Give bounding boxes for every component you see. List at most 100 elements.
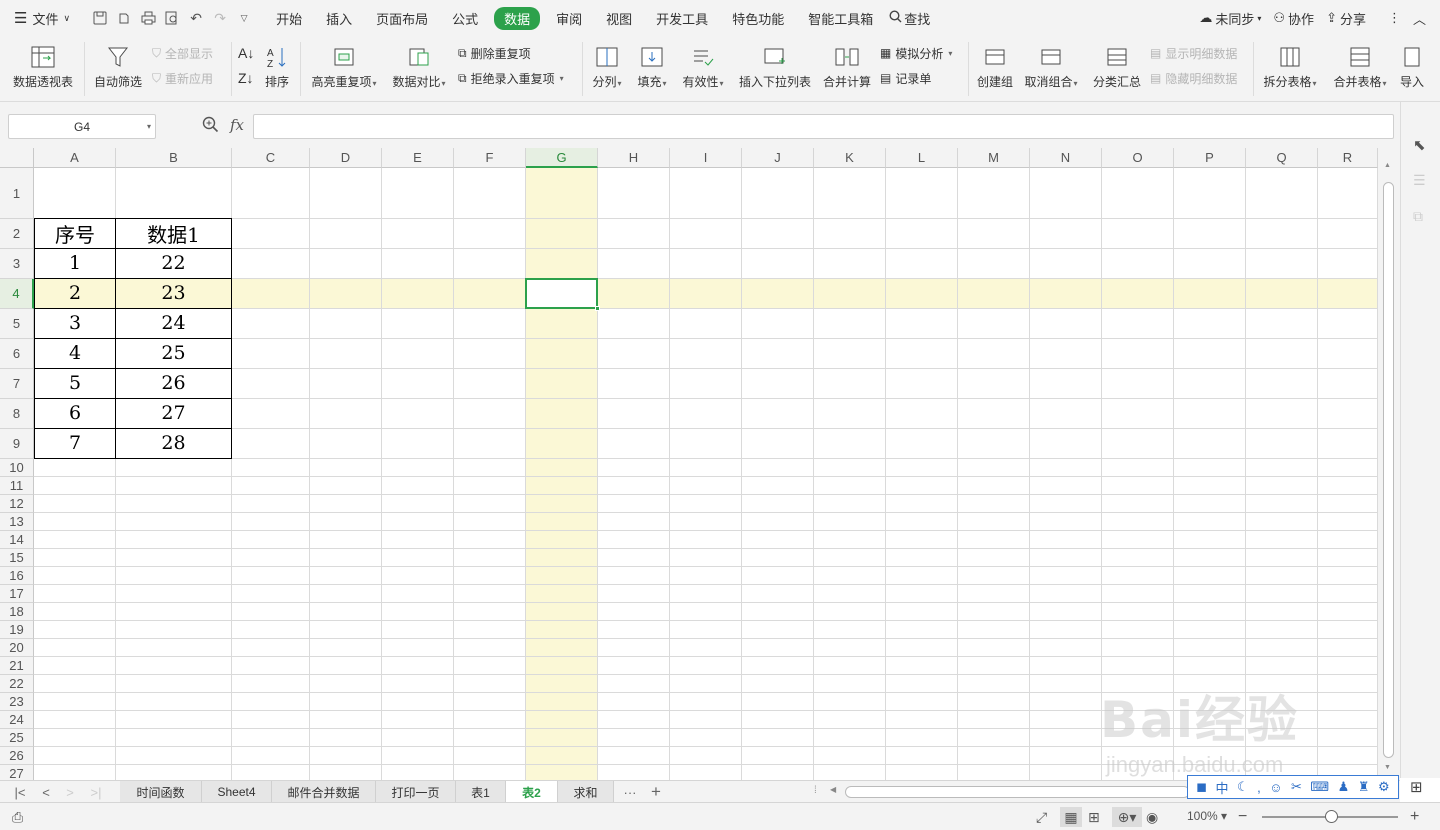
- row-header-14[interactable]: 14: [0, 531, 34, 549]
- select-all-corner[interactable]: [0, 148, 34, 168]
- vertical-scrollbar[interactable]: ▲ ▼: [1378, 148, 1400, 780]
- column-header-e[interactable]: E: [382, 148, 454, 168]
- row-header-11[interactable]: 11: [0, 477, 34, 495]
- remove-duplicates-button[interactable]: ⧉ 删除重复项: [458, 42, 531, 64]
- tab-review[interactable]: 审阅: [544, 0, 594, 36]
- scroll-left-icon[interactable]: ◀: [830, 785, 836, 794]
- more-icon[interactable]: ⋮: [1382, 10, 1407, 26]
- row-header-1[interactable]: 1: [0, 168, 34, 219]
- consolidate-button[interactable]: 合并计算: [820, 36, 874, 102]
- row-header-7[interactable]: 7: [0, 369, 34, 399]
- tab-home[interactable]: 开始: [264, 0, 314, 36]
- sync-button[interactable]: ☁ 未同步 ▾: [1193, 9, 1267, 28]
- table-cell[interactable]: 28: [116, 428, 232, 459]
- tab-splitter[interactable]: ⁞: [814, 785, 817, 796]
- row-header-2[interactable]: 2: [0, 219, 34, 249]
- fill-button[interactable]: 填充▾: [632, 36, 672, 102]
- row-header-18[interactable]: 18: [0, 603, 34, 621]
- next-sheet-icon[interactable]: >: [58, 781, 82, 803]
- save-icon[interactable]: [88, 0, 112, 36]
- zoom-formula-icon[interactable]: [202, 116, 219, 136]
- row-header-17[interactable]: 17: [0, 585, 34, 603]
- ime-mode-icon[interactable]: 中: [1216, 778, 1229, 797]
- column-header-r[interactable]: R: [1318, 148, 1378, 168]
- table-cell[interactable]: 2: [34, 278, 116, 309]
- ime-user-icon[interactable]: ♟: [1338, 779, 1350, 795]
- table-cell[interactable]: 6: [34, 398, 116, 429]
- column-header-c[interactable]: C: [232, 148, 310, 168]
- normal-view-icon[interactable]: ▦: [1060, 807, 1082, 827]
- row-header-10[interactable]: 10: [0, 459, 34, 477]
- table-cell[interactable]: 5: [34, 368, 116, 399]
- column-header-i[interactable]: I: [670, 148, 742, 168]
- ime-tools-icon[interactable]: ✂: [1291, 779, 1302, 795]
- import-button[interactable]: 导入: [1396, 36, 1428, 102]
- column-header-b[interactable]: B: [116, 148, 232, 168]
- formula-input[interactable]: [253, 114, 1394, 139]
- ime-logo-icon[interactable]: ◼: [1196, 779, 1207, 795]
- row-header-6[interactable]: 6: [0, 339, 34, 369]
- table-header-cell[interactable]: 序号: [34, 218, 116, 249]
- reject-duplicates-button[interactable]: ⧉ 拒绝录入重复项 ▾: [458, 67, 564, 89]
- vertical-scroll-thumb[interactable]: [1383, 182, 1394, 758]
- file-menu[interactable]: ☰ 文件 ∨: [0, 0, 82, 36]
- text-to-columns-button[interactable]: 分列▾: [588, 36, 626, 102]
- table-cell[interactable]: 3: [34, 308, 116, 339]
- row-header-23[interactable]: 23: [0, 693, 34, 711]
- row-header-20[interactable]: 20: [0, 639, 34, 657]
- column-header-h[interactable]: H: [598, 148, 670, 168]
- table-cell[interactable]: 1: [34, 248, 116, 279]
- zoom-in-icon[interactable]: +: [1410, 807, 1419, 827]
- ime-gear-icon[interactable]: ⚙: [1378, 779, 1390, 795]
- column-header-g[interactable]: G: [526, 148, 598, 168]
- tab-special[interactable]: 特色功能: [720, 0, 796, 36]
- zoom-level[interactable]: 100% ▾: [1187, 809, 1227, 823]
- sheet-tab-active[interactable]: 表2: [506, 781, 558, 803]
- name-box[interactable]: G4 ▾: [8, 114, 156, 139]
- row-header-8[interactable]: 8: [0, 399, 34, 429]
- tab-page-layout[interactable]: 页面布局: [364, 0, 440, 36]
- row-header-12[interactable]: 12: [0, 495, 34, 513]
- table-cell[interactable]: 27: [116, 398, 232, 429]
- row-header-9[interactable]: 9: [0, 429, 34, 459]
- row-header-3[interactable]: 3: [0, 249, 34, 279]
- record-form-button[interactable]: ▤ 记录单: [880, 67, 931, 89]
- column-header-m[interactable]: M: [958, 148, 1030, 168]
- table-cell[interactable]: 24: [116, 308, 232, 339]
- reading-mode-icon[interactable]: ⊕▾: [1112, 807, 1142, 827]
- column-header-d[interactable]: D: [310, 148, 382, 168]
- horizontal-scrollbar[interactable]: [845, 786, 1190, 798]
- data-compare-button[interactable]: 数据对比▾: [388, 36, 450, 102]
- table-cell[interactable]: 23: [116, 278, 232, 309]
- column-header-q[interactable]: Q: [1246, 148, 1318, 168]
- print-icon[interactable]: [136, 0, 160, 36]
- zoom-out-icon[interactable]: −: [1238, 807, 1247, 827]
- ime-moon-icon[interactable]: ☾: [1237, 779, 1249, 795]
- column-header-l[interactable]: L: [886, 148, 958, 168]
- select-cursor-icon[interactable]: ⬉: [1413, 136, 1426, 154]
- add-sheet-icon[interactable]: +: [644, 781, 668, 803]
- sheet-tab[interactable]: 邮件合并数据: [272, 781, 376, 803]
- more-sheets-icon[interactable]: ···: [618, 781, 642, 803]
- sort-button[interactable]: AZ 排序: [260, 36, 294, 102]
- table-cell[interactable]: 7: [34, 428, 116, 459]
- sheet-tab[interactable]: 打印一页: [376, 781, 456, 803]
- sheet-tab[interactable]: 表1: [456, 781, 506, 803]
- grid-layout-icon[interactable]: ⊞: [1410, 778, 1423, 796]
- highlight-duplicates-button[interactable]: 高亮重复项▾: [306, 36, 382, 102]
- row-header-5[interactable]: 5: [0, 309, 34, 339]
- insert-function-icon[interactable]: fx: [230, 116, 244, 134]
- row-header-13[interactable]: 13: [0, 513, 34, 531]
- search-button[interactable]: 查找: [885, 0, 942, 36]
- row-header-25[interactable]: 25: [0, 729, 34, 747]
- ime-shirt-icon[interactable]: ♜: [1358, 779, 1370, 795]
- print-preview-icon[interactable]: [160, 0, 184, 36]
- insert-dropdown-list-button[interactable]: 插入下拉列表: [736, 36, 814, 102]
- table-cell[interactable]: 26: [116, 368, 232, 399]
- reapply-button[interactable]: ⛉ 重新应用: [152, 67, 213, 89]
- column-header-k[interactable]: K: [814, 148, 886, 168]
- tab-formulas[interactable]: 公式: [440, 0, 490, 36]
- row-header-26[interactable]: 26: [0, 747, 34, 765]
- tab-developer[interactable]: 开发工具: [644, 0, 720, 36]
- show-detail-button[interactable]: ▤ 显示明细数据: [1150, 42, 1237, 64]
